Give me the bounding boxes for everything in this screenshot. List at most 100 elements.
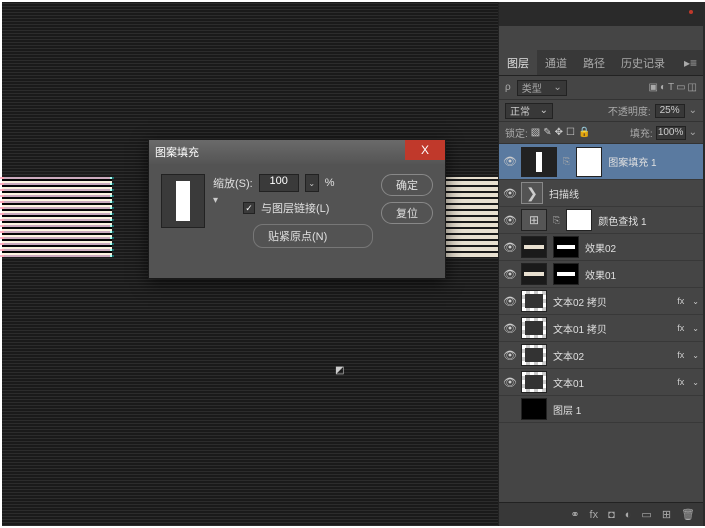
snap-origin-button[interactable]: 贴紧原点(N) xyxy=(253,224,373,248)
visibility-icon[interactable]: 👁 xyxy=(503,268,515,281)
layer-name[interactable]: 颜色查找 1 xyxy=(598,213,699,228)
layer-name[interactable]: 文本02 xyxy=(553,348,671,363)
filter-smart-icon[interactable]: ◫ xyxy=(688,82,697,93)
link-layers-icon[interactable]: ⚭ xyxy=(570,508,579,521)
layer-row[interactable]: 👁 文本02 fx ⌄ xyxy=(499,342,703,369)
opacity-dropdown-icon[interactable]: ⌄ xyxy=(689,105,697,116)
chevron-down-icon[interactable]: ▾ xyxy=(213,195,218,206)
layer-name[interactable]: 文本01 拷贝 xyxy=(553,321,671,336)
layer-row[interactable]: 👁 ❯ 扫描线 xyxy=(499,180,703,207)
visibility-icon[interactable]: 👁 xyxy=(503,376,515,389)
filter-kind-dropdown[interactable]: 类型⌄ xyxy=(517,80,567,96)
layer-row[interactable]: 👁 效果02 xyxy=(499,234,703,261)
panel-menu-icon[interactable]: ▸≡ xyxy=(678,56,703,70)
layer-row[interactable]: 👁 ⎘ 图案填充 1 xyxy=(499,144,703,180)
filter-image-icon[interactable]: ▣ xyxy=(648,82,657,93)
pattern-fill-dialog: 图案填充 X ▾ 缩放(S): 100 ⌄ % ✓ 与图层链接(L) 贴紧原点(… xyxy=(148,139,446,279)
fill-input[interactable]: 100% xyxy=(656,126,686,140)
lock-pixels-icon[interactable]: ▧ xyxy=(531,127,540,138)
blend-row: 正常⌄ 不透明度: 25% ⌄ xyxy=(499,100,703,122)
link-checkbox[interactable]: ✓ xyxy=(243,202,255,214)
lock-brush-icon[interactable]: ✎ xyxy=(543,127,551,138)
link-icon: ⎘ xyxy=(553,215,560,226)
visibility-icon[interactable]: 👁 xyxy=(503,295,515,308)
layers-list: 👁 ⎘ 图案填充 1 👁 ❯ 扫描线 👁 ⊞ ⎘ 颜色查找 1 👁 效果02 👁 xyxy=(499,144,703,423)
visibility-icon[interactable]: 👁 xyxy=(503,187,515,200)
glitch-artwork-left xyxy=(2,177,112,257)
lock-move-icon[interactable]: ✥ xyxy=(555,127,563,138)
layer-thumbnail[interactable] xyxy=(521,398,547,420)
layer-mask[interactable] xyxy=(553,263,579,285)
layer-row[interactable]: 👁 ⊞ ⎘ 颜色查找 1 xyxy=(499,207,703,234)
group-icon[interactable]: ▭ xyxy=(641,508,651,521)
fx-badge[interactable]: fx xyxy=(677,323,684,333)
filter-adjust-icon[interactable]: ◐ xyxy=(660,82,666,93)
close-button[interactable]: X xyxy=(405,140,445,160)
tab-history[interactable]: 历史记录 xyxy=(613,50,673,75)
layer-thumbnail[interactable] xyxy=(521,290,547,312)
visibility-icon[interactable]: 👁 xyxy=(503,322,515,335)
blend-mode-dropdown[interactable]: 正常⌄ xyxy=(505,103,553,119)
ok-button[interactable]: 确定 xyxy=(381,174,433,196)
mask-icon[interactable]: ◘ xyxy=(608,509,615,521)
visibility-icon[interactable]: 👁 xyxy=(503,241,515,254)
scale-dropdown[interactable]: ⌄ xyxy=(305,174,319,192)
layer-thumbnail[interactable] xyxy=(521,263,547,285)
visibility-icon[interactable]: 👁 xyxy=(503,155,515,168)
fx-menu-icon[interactable]: fx xyxy=(590,509,599,521)
layer-name[interactable]: 图案填充 1 xyxy=(608,154,699,169)
lock-row: 锁定: ▧ ✎ ✥ ☐ 🔒 填充: 100% ⌄ xyxy=(499,122,703,144)
panel-top-strip xyxy=(499,2,703,26)
scale-input[interactable]: 100 xyxy=(259,174,299,192)
layer-row[interactable]: 👁 文本01 拷贝 fx ⌄ xyxy=(499,315,703,342)
lock-all-icon[interactable]: 🔒 xyxy=(578,127,590,138)
lock-label: 锁定: xyxy=(505,125,528,140)
new-layer-icon[interactable]: ⊞ xyxy=(662,508,671,521)
layer-mask[interactable] xyxy=(553,236,579,258)
filter-shape-icon[interactable]: ▭ xyxy=(676,82,685,93)
layer-name[interactable]: 效果01 xyxy=(585,267,699,282)
group-icon[interactable]: ❯ xyxy=(521,182,543,204)
layer-row[interactable]: 👁 效果01 xyxy=(499,261,703,288)
tab-channels[interactable]: 通道 xyxy=(537,50,575,75)
filter-type-icon[interactable]: T xyxy=(668,82,674,93)
layer-mask[interactable] xyxy=(576,147,602,177)
layer-filter-row: ρ 类型⌄ ▣ ◐ T ▭ ◫ xyxy=(499,76,703,100)
link-label: 与图层链接(L) xyxy=(261,200,329,216)
layer-name[interactable]: 文本01 xyxy=(553,375,671,390)
fx-badge[interactable]: fx xyxy=(677,350,684,360)
reset-button[interactable]: 复位 xyxy=(381,202,433,224)
adjustment-thumbnail[interactable]: ⊞ xyxy=(521,209,547,231)
layer-thumbnail[interactable] xyxy=(521,344,547,366)
layer-row[interactable]: 👁 文本02 拷贝 fx ⌄ xyxy=(499,288,703,315)
pattern-swatch[interactable]: ▾ xyxy=(161,174,205,228)
fx-expand-icon[interactable]: ⌄ xyxy=(692,351,699,360)
layer-name[interactable]: 效果02 xyxy=(585,240,699,255)
layer-thumbnail[interactable] xyxy=(521,371,547,393)
layer-thumbnail[interactable] xyxy=(521,147,557,177)
tab-paths[interactable]: 路径 xyxy=(575,50,613,75)
trash-icon[interactable]: 🗑 xyxy=(681,508,695,521)
layer-row[interactable]: 👁 图层 1 xyxy=(499,396,703,423)
layer-mask[interactable] xyxy=(566,209,592,231)
fx-expand-icon[interactable]: ⌄ xyxy=(692,378,699,387)
fx-badge[interactable]: fx xyxy=(677,377,684,387)
tab-layers[interactable]: 图层 xyxy=(499,50,537,75)
fx-badge[interactable]: fx xyxy=(677,296,684,306)
adjustment-icon[interactable]: ◐ xyxy=(625,509,632,521)
fill-dropdown-icon[interactable]: ⌄ xyxy=(689,127,697,138)
dialog-titlebar[interactable]: 图案填充 X xyxy=(149,140,445,164)
layer-thumbnail[interactable] xyxy=(521,236,547,258)
layer-name[interactable]: 图层 1 xyxy=(553,402,699,417)
fx-expand-icon[interactable]: ⌄ xyxy=(692,324,699,333)
opacity-input[interactable]: 25% xyxy=(655,104,685,118)
layer-thumbnail[interactable] xyxy=(521,317,547,339)
layer-row[interactable]: 👁 文本01 fx ⌄ xyxy=(499,369,703,396)
lock-artboard-icon[interactable]: ☐ xyxy=(566,127,575,138)
fx-expand-icon[interactable]: ⌄ xyxy=(692,297,699,306)
layer-name[interactable]: 扫描线 xyxy=(549,186,699,201)
visibility-icon[interactable]: 👁 xyxy=(503,214,515,227)
visibility-icon[interactable]: 👁 xyxy=(503,349,515,362)
layer-name[interactable]: 文本02 拷贝 xyxy=(553,294,671,309)
pattern-preview xyxy=(176,181,190,221)
